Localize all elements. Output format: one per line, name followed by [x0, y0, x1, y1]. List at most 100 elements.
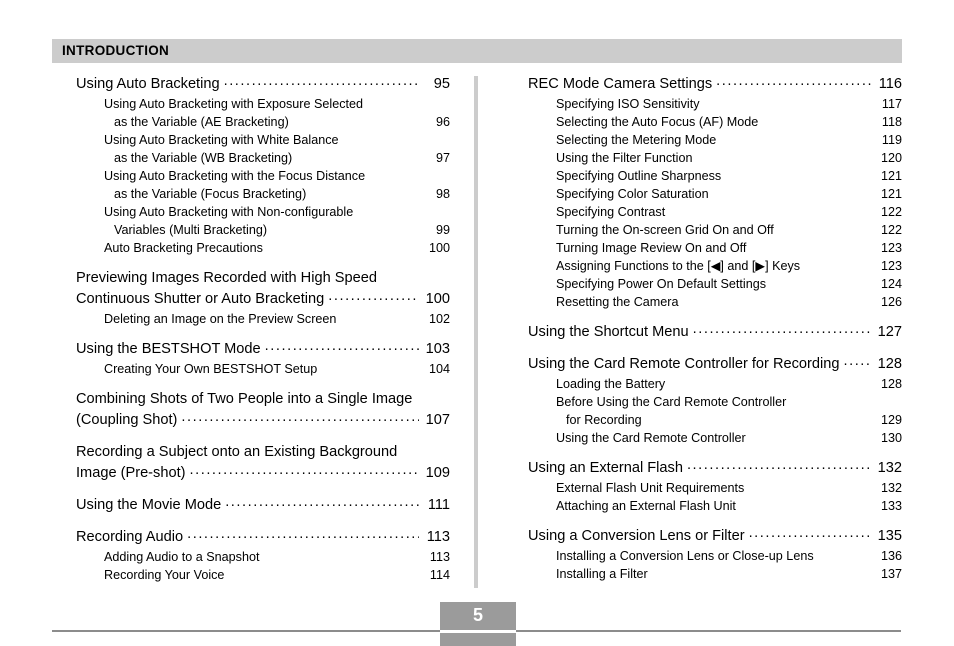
toc-subentry[interactable]: Installing a Filter.....................… [528, 565, 902, 583]
toc-subentry[interactable]: Attaching an External Flash Unit........… [528, 497, 902, 515]
toc-entry-title: Using Auto Bracketing with the Focus Dis… [104, 169, 366, 183]
toc-entry-line: REC Mode Camera Settings................… [528, 72, 902, 95]
toc-entry-title: Installing a Conversion Lens or Close-up… [556, 549, 814, 563]
toc-entry-title: Specifying Outline Sharpness [556, 169, 722, 183]
toc-entry-line: Assigning Functions to the [◀] and [▶] K… [528, 257, 902, 275]
toc-subentry[interactable]: Loading the Battery.....................… [528, 375, 902, 393]
toc-subentry[interactable]: Turning Image Review On and Off.........… [528, 239, 902, 257]
toc-subentry[interactable]: Turning the On-screen Grid On and Off...… [528, 221, 902, 239]
toc-entry-title: Using Auto Bracketing with Exposure Sele… [104, 97, 364, 111]
toc-entry[interactable]: Using the Movie Mode....................… [76, 494, 450, 516]
toc-page-number: 135 [877, 528, 902, 544]
toc-entry[interactable]: Combining Shots of Two People into a Sin… [76, 389, 450, 431]
toc-subentry[interactable]: Specifying Outline Sharpness............… [528, 167, 902, 185]
toc-entry-line: Creating Your Own BESTSHOT Setup........… [76, 360, 450, 378]
toc-subentry[interactable]: Using Auto Bracketing with White Balance… [76, 131, 450, 167]
toc-subentry[interactable]: Selecting the Auto Focus (AF) Mode......… [528, 113, 902, 131]
toc-entry[interactable]: Using the BESTSHOT Mode.................… [76, 337, 450, 360]
toc-entry-title: as the Variable (WB Bracketing) [114, 151, 293, 165]
toc-subentry[interactable]: Selecting the Metering Mode.............… [528, 131, 902, 149]
toc-page-number: 130 [880, 431, 902, 445]
toc-entry-title: for Recording [566, 413, 642, 427]
toc-entry-title: Deleting an Image on the Preview Screen [104, 312, 337, 326]
page-number-rule-gap [440, 630, 516, 633]
dot-leader: ........................................… [692, 320, 871, 337]
toc-entry[interactable]: Using the Shortcut Menu.................… [528, 320, 902, 343]
dot-leader: ........................................… [716, 72, 871, 89]
toc-entry-line: Resetting the Camera....................… [528, 293, 902, 311]
toc-subentry[interactable]: Using the Card Remote Controller........… [528, 429, 902, 447]
toc-page-number: 104 [428, 362, 450, 376]
toc-column-right: REC Mode Camera Settings................… [528, 72, 902, 583]
toc-subentry[interactable]: Before Using the Card Remote Controller.… [528, 393, 902, 429]
toc-entry-title: Auto Bracketing Precautions [104, 241, 263, 255]
toc-entry-line: Turning Image Review On and Off.........… [528, 239, 902, 257]
toc-page-number: 120 [880, 151, 902, 165]
toc-entry-line: Auto Bracketing Precautions.............… [76, 239, 450, 257]
toc-entry[interactable]: Previewing Images Recorded with High Spe… [76, 268, 450, 310]
toc-entry[interactable]: REC Mode Camera Settings................… [528, 72, 902, 95]
toc-page-number: 121 [880, 187, 902, 201]
toc-page: INTRODUCTION Using Auto Bracketing......… [0, 0, 954, 646]
toc-subentry[interactable]: Assigning Functions to the [◀] and [▶] K… [528, 257, 902, 275]
toc-entry-line: Using the Card Remote Controller........… [528, 429, 902, 447]
toc-page-number: 117 [881, 97, 902, 111]
toc-entry[interactable]: Using the Card Remote Controller for Rec… [528, 353, 902, 375]
toc-entry-title: Using the Card Remote Controller [556, 431, 746, 445]
toc-page-number: 128 [880, 377, 902, 391]
toc-subentry[interactable]: External Flash Unit Requirements........… [528, 479, 902, 497]
toc-entry-title: Using Auto Bracketing with Non-configura… [104, 205, 354, 219]
toc-subentry[interactable]: Adding Audio to a Snapshot..............… [76, 548, 450, 566]
toc-page-number: 111 [427, 497, 450, 513]
toc-page-number: 128 [877, 356, 902, 372]
toc-subentry[interactable]: Specifying Power On Default Settings....… [528, 275, 902, 293]
toc-page-number: 127 [877, 324, 902, 340]
toc-subentry[interactable]: Recording Your Voice....................… [76, 566, 450, 584]
toc-entry-line: Selecting the Auto Focus (AF) Mode......… [528, 113, 902, 131]
toc-subentry[interactable]: Specifying Color Saturation.............… [528, 185, 902, 203]
toc-entry-title: Using a Conversion Lens or Filter [528, 528, 745, 544]
toc-entry-line: Adding Audio to a Snapshot..............… [76, 548, 450, 566]
page-number: 5 [472, 605, 483, 625]
toc-entry-title: Specifying Power On Default Settings [556, 277, 767, 291]
toc-entry-line: Using a Conversion Lens or Filter.......… [528, 525, 902, 547]
toc-subentry[interactable]: Using Auto Bracketing with Exposure Sele… [76, 95, 450, 131]
toc-subentry[interactable]: Specifying ISO Sensitivity..............… [528, 95, 902, 113]
toc-entry-title: Attaching an External Flash Unit [556, 499, 736, 513]
toc-entry-title: Variables (Multi Bracketing) [114, 223, 268, 237]
toc-entry-title: Installing a Filter [556, 567, 648, 581]
toc-entry-line: Before Using the Card Remote Controller.… [528, 393, 902, 411]
toc-entry-line: (Coupling Shot).........................… [76, 409, 450, 431]
dot-leader: ........................................… [264, 337, 419, 354]
toc-entry-title: (Coupling Shot) [76, 412, 178, 428]
toc-entry[interactable]: Recording Audio.........................… [76, 526, 450, 548]
toc-subentry[interactable]: Resetting the Camera....................… [528, 293, 902, 311]
toc-entry[interactable]: Using an External Flash.................… [528, 457, 902, 479]
toc-page-number: 114 [429, 568, 450, 582]
toc-page-number: 136 [880, 549, 902, 563]
toc-subentry[interactable]: Using the Filter Function...............… [528, 149, 902, 167]
toc-entry[interactable]: Using a Conversion Lens or Filter.......… [528, 525, 902, 547]
toc-entry-line: Recording Audio.........................… [76, 526, 450, 548]
toc-subentry[interactable]: Installing a Conversion Lens or Close-up… [528, 547, 902, 565]
toc-entry-line: Selecting the Metering Mode.............… [528, 131, 902, 149]
toc-subentry[interactable]: Deleting an Image on the Preview Screen.… [76, 310, 450, 328]
toc-entry-line: for Recording...........................… [528, 411, 902, 429]
toc-subentry[interactable]: Using Auto Bracketing with Non-configura… [76, 203, 450, 239]
toc-entry[interactable]: Using Auto Bracketing...................… [76, 73, 450, 95]
toc-page-number: 132 [880, 481, 902, 495]
toc-entry-line: Specifying Power On Default Settings....… [528, 275, 902, 293]
toc-page-number: 129 [880, 413, 902, 427]
toc-subentry[interactable]: Creating Your Own BESTSHOT Setup........… [76, 360, 450, 378]
toc-subentry[interactable]: Specifying Contrast.....................… [528, 203, 902, 221]
toc-entry[interactable]: Recording a Subject onto an Existing Bac… [76, 442, 450, 484]
toc-subentry[interactable]: Auto Bracketing Precautions.............… [76, 239, 450, 257]
toc-entry-title: as the Variable (AE Bracketing) [114, 115, 289, 129]
toc-page-number: 124 [880, 277, 902, 291]
toc-entry-title: Image (Pre-shot) [76, 465, 186, 481]
toc-entry-line: Attaching an External Flash Unit........… [528, 497, 902, 515]
toc-page-number: 100 [425, 291, 450, 307]
toc-page-number: 122 [880, 223, 902, 237]
toc-subentry[interactable]: Using Auto Bracketing with the Focus Dis… [76, 167, 450, 203]
toc-entry-title: Using the Movie Mode [76, 497, 222, 513]
